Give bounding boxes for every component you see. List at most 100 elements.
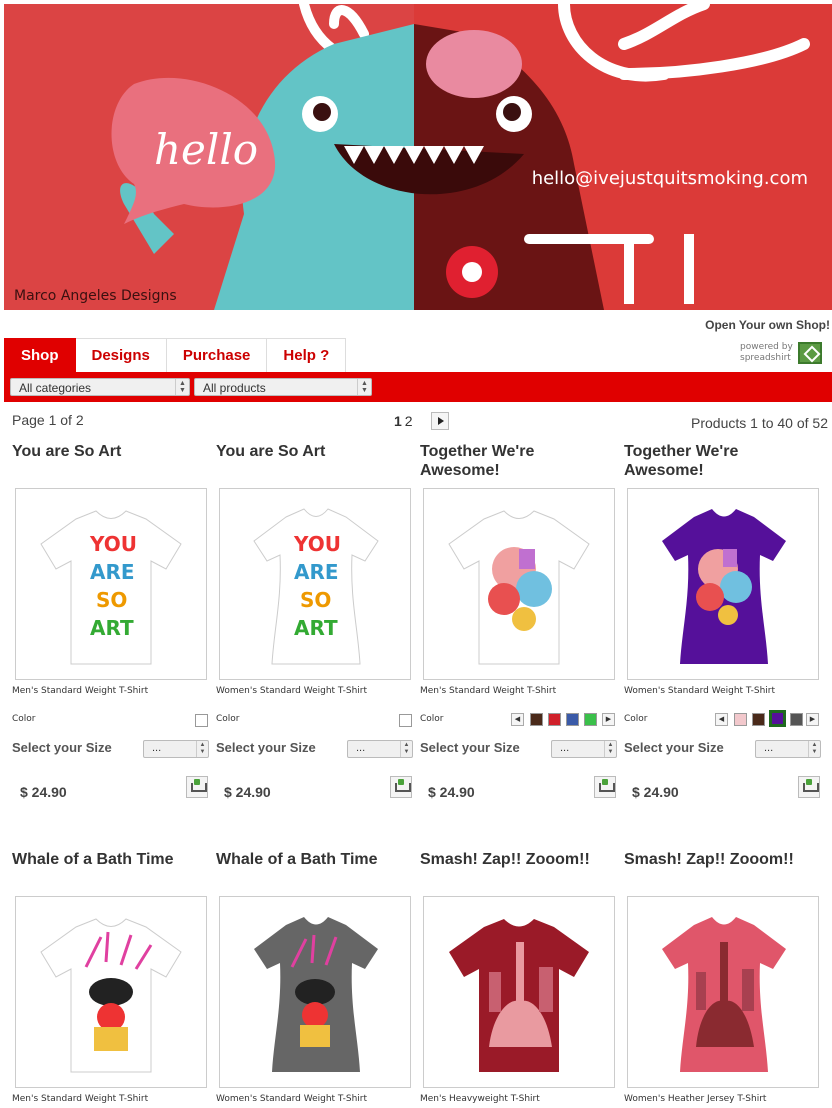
product-image[interactable] <box>15 896 207 1088</box>
product-price: $ 24.90 <box>428 784 475 800</box>
product-type: Men's Standard Weight T-Shirt <box>12 686 149 696</box>
color-swatch[interactable] <box>566 713 579 726</box>
svg-text:SO: SO <box>96 588 127 612</box>
color-label: Color <box>12 714 36 724</box>
product-type: Men's Heavyweight T-Shirt <box>420 1094 540 1104</box>
category-select-value: All categories <box>19 381 92 395</box>
size-select[interactable]: ... ▲ ▼ <box>551 740 617 758</box>
tab-designs[interactable]: Designs <box>75 338 167 372</box>
powered-by-label: powered by <box>740 342 793 352</box>
product-select[interactable]: All products ▲ ▼ <box>194 378 372 396</box>
page-link-2[interactable]: 2 <box>405 413 413 429</box>
product-select-value: All products <box>203 381 266 395</box>
product-image[interactable]: YOU ARE SO ART <box>15 488 207 680</box>
size-select[interactable]: ... ▲ ▼ <box>143 740 209 758</box>
size-label: Select your Size <box>420 740 520 755</box>
product-image[interactable] <box>627 488 819 680</box>
banner-email: hello@ivejustquitsmoking.com <box>531 168 808 189</box>
color-label: Color <box>420 714 444 724</box>
tshirt-image <box>662 509 786 664</box>
size-select-value: ... <box>152 742 162 754</box>
product-title[interactable]: Smash! Zap!! Zooom!! <box>624 850 820 869</box>
product-type: Men's Standard Weight T-Shirt <box>420 686 557 696</box>
product-card: Whale of a Bath Time Men's Standard Weig… <box>12 850 208 1108</box>
product-image[interactable] <box>627 896 819 1088</box>
color-label: Color <box>216 714 240 724</box>
product-title[interactable]: You are So Art <box>12 442 208 461</box>
product-count: Products 1 to 40 of 52 <box>691 415 828 431</box>
add-to-cart-icon[interactable] <box>186 776 208 798</box>
spreadshirt-logo-icon[interactable] <box>798 342 822 364</box>
color-swatch[interactable] <box>790 713 803 726</box>
size-select[interactable]: ... ▲ ▼ <box>347 740 413 758</box>
product-card: You are So Art YOU ARE SO ART Women's St… <box>216 442 413 808</box>
product-title[interactable]: Whale of a Bath Time <box>216 850 412 869</box>
product-title[interactable]: Whale of a Bath Time <box>12 850 208 869</box>
color-swatch[interactable] <box>530 713 543 726</box>
color-swatch[interactable] <box>399 714 412 727</box>
product-type: Men's Standard Weight T-Shirt <box>12 1094 149 1104</box>
product-title[interactable]: Together We're Awesome! <box>420 442 616 480</box>
color-swatch-selected[interactable] <box>769 710 786 727</box>
powered-by[interactable]: powered by spreadshirt <box>740 342 793 364</box>
open-shop-link[interactable]: Open Your own Shop! <box>705 318 830 332</box>
tab-purchase[interactable]: Purchase <box>166 338 268 372</box>
color-swatch[interactable] <box>195 714 208 727</box>
svg-text:ARE: ARE <box>294 560 339 584</box>
tshirt-image <box>449 919 589 1072</box>
select-arrows-icon: ▲ ▼ <box>604 741 616 757</box>
swatch-prev-arrow-icon[interactable]: ◀ <box>715 713 728 726</box>
color-swatch[interactable] <box>584 713 597 726</box>
svg-text:SO: SO <box>300 588 331 612</box>
powered-by-name: spreadshirt <box>740 353 791 363</box>
tshirt-image <box>40 918 182 1073</box>
swatch-prev-arrow-icon[interactable]: ◀ <box>511 713 524 726</box>
color-swatch[interactable] <box>734 713 747 726</box>
tshirt-image: YOU ARE SO ART <box>253 508 379 665</box>
add-to-cart-icon[interactable] <box>390 776 412 798</box>
select-arrows-icon: ▲ ▼ <box>357 379 371 395</box>
tshirt-image <box>662 917 786 1072</box>
product-title[interactable]: Together We're Awesome! <box>624 442 820 480</box>
product-price: $ 24.90 <box>632 784 679 800</box>
size-select-value: ... <box>764 742 774 754</box>
color-swatch[interactable] <box>752 713 765 726</box>
tshirt-image: YOU ARE SO ART <box>40 510 182 665</box>
category-select[interactable]: All categories ▲ ▼ <box>10 378 190 396</box>
tab-help[interactable]: Help ? <box>267 338 347 372</box>
product-type: Women's Heather Jersey T-Shirt <box>624 1094 767 1104</box>
page-info: Page 1 of 2 <box>12 412 84 428</box>
svg-text:ART: ART <box>294 616 338 640</box>
size-label: Select your Size <box>216 740 316 755</box>
select-arrows-icon: ▲ ▼ <box>175 379 189 395</box>
product-title[interactable]: Smash! Zap!! Zooom!! <box>420 850 616 869</box>
product-title[interactable]: You are So Art <box>216 442 412 461</box>
product-card: Smash! Zap!! Zooom!! Women's Heather Jer… <box>624 850 820 1108</box>
swatch-next-arrow-icon[interactable]: ▶ <box>602 713 615 726</box>
product-card: Whale of a Bath Time Women's Standard We… <box>216 850 412 1108</box>
product-image[interactable] <box>423 896 615 1088</box>
swatch-next-arrow-icon[interactable]: ▶ <box>806 713 819 726</box>
product-image[interactable]: YOU ARE SO ART <box>219 488 411 680</box>
color-swatch[interactable] <box>548 713 561 726</box>
tshirt-image <box>254 917 378 1072</box>
product-type: Women's Standard Weight T-Shirt <box>216 1094 367 1104</box>
svg-text:YOU: YOU <box>293 532 341 556</box>
size-select-value: ... <box>356 742 366 754</box>
product-type: Women's Standard Weight T-Shirt <box>216 686 367 696</box>
size-label: Select your Size <box>624 740 724 755</box>
next-page-arrow-icon[interactable] <box>431 412 449 430</box>
size-select[interactable]: ... ▲ ▼ <box>755 740 821 758</box>
tab-shop[interactable]: Shop <box>4 338 76 372</box>
tshirt-image <box>448 510 590 665</box>
svg-text:YOU: YOU <box>89 532 137 556</box>
product-image[interactable] <box>219 896 411 1088</box>
add-to-cart-icon[interactable] <box>594 776 616 798</box>
banner-brand: Marco Angeles Designs <box>14 288 177 304</box>
filter-bar: All categories ▲ ▼ All products ▲ ▼ <box>4 372 832 402</box>
add-to-cart-icon[interactable] <box>798 776 820 798</box>
main-tabs: Shop Designs Purchase Help ? <box>4 338 347 372</box>
product-image[interactable] <box>423 488 615 680</box>
monster-illustration: hello <box>4 4 832 310</box>
select-arrows-icon: ▲ ▼ <box>400 741 412 757</box>
